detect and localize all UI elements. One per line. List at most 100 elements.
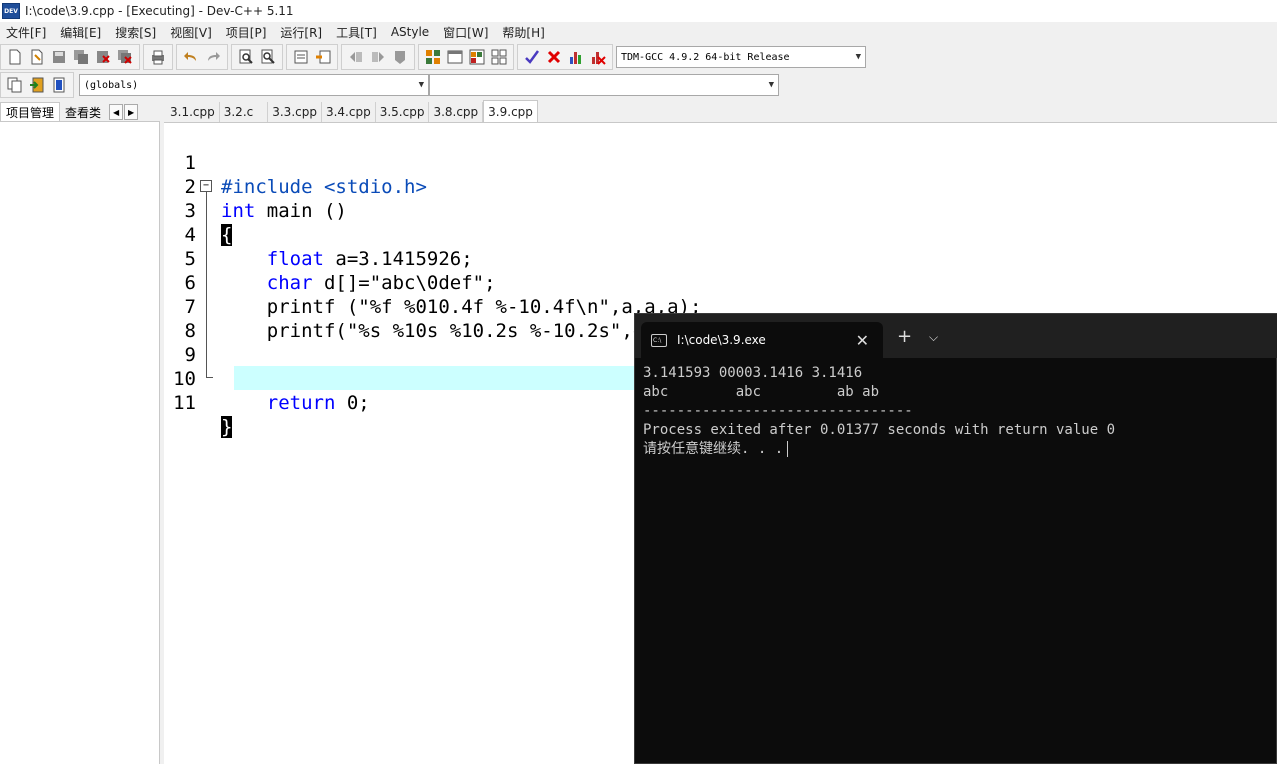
menu-window[interactable]: 窗口[W]	[443, 24, 488, 41]
tab-scroll-right-button[interactable]: ▶	[124, 104, 139, 120]
printer-icon	[152, 50, 164, 65]
globals-select-value: (globals)	[84, 79, 139, 91]
tab-file-3-1[interactable]: 3.1.cpp	[166, 102, 220, 122]
console-output[interactable]: 3.141593 00003.1416 3.1416 abc abc ab ab…	[643, 364, 1273, 459]
find-toolbar-group	[231, 44, 283, 70]
checkmark-icon	[525, 50, 540, 64]
code-text: return 0;	[221, 391, 370, 415]
chevron-down-icon: ▼	[418, 80, 424, 90]
toggle-bookmark-button[interactable]	[312, 46, 334, 68]
project-options-button[interactable]	[48, 74, 70, 96]
tab-file-3-8[interactable]: 3.8.cpp	[429, 102, 484, 122]
grid-icon	[491, 49, 507, 65]
fold-end-marker	[206, 377, 213, 378]
unindent-button[interactable]	[367, 46, 389, 68]
undo-icon	[184, 52, 196, 61]
tab-class-browser[interactable]: 查看类	[60, 102, 106, 122]
replace-button[interactable]	[257, 46, 279, 68]
save-button[interactable]	[48, 46, 70, 68]
code-line: 4 float a=3.1415926;	[164, 199, 1277, 270]
console-tab[interactable]: C:\ I:\code\3.9.exe ✕	[641, 322, 883, 358]
new-project-button[interactable]	[4, 74, 26, 96]
check-syntax-button[interactable]	[521, 46, 543, 68]
menu-edit[interactable]: 编辑[E]	[60, 24, 101, 41]
menu-bar: 文件[F] 编辑[E] 搜索[S] 视图[V] 项目[P] 运行[R] 工具[T…	[0, 22, 1277, 42]
find-icon	[239, 49, 253, 64]
bar-chart-icon	[570, 52, 581, 64]
print-button[interactable]	[147, 46, 169, 68]
code-line: 2 int main ()	[164, 151, 1277, 222]
compiler-select[interactable]: TDM-GCC 4.9.2 64-bit Release ▼	[616, 46, 866, 68]
tab-project-manager[interactable]: 项目管理	[0, 102, 61, 122]
menu-file[interactable]: 文件[F]	[6, 24, 46, 41]
profile-button[interactable]	[565, 46, 587, 68]
indent-toolbar-group	[286, 44, 338, 70]
grid-button[interactable]	[488, 46, 510, 68]
line-number: 11	[173, 392, 196, 414]
project-panel[interactable]	[0, 121, 160, 764]
arrow-left-icon: ◀	[112, 107, 120, 117]
new-file-button[interactable]	[4, 46, 26, 68]
code-fragment: 0;	[335, 392, 370, 414]
goto-line-button[interactable]	[290, 46, 312, 68]
menu-run[interactable]: 运行[R]	[280, 24, 322, 41]
cascade-icon	[469, 49, 485, 65]
fold-toggle-icon[interactable]: −	[200, 180, 212, 192]
undo-toolbar-group	[176, 44, 228, 70]
globals-select[interactable]: (globals) ▼	[79, 74, 429, 96]
tab-file-3-9[interactable]: 3.9.cpp	[483, 100, 538, 122]
add-to-project-button[interactable]	[26, 74, 48, 96]
close-file-icon	[97, 51, 110, 63]
code-line: 5 char d[]="abc\0def";	[164, 223, 1277, 294]
redo-button[interactable]	[202, 46, 224, 68]
tab-file-3-4[interactable]: 3.4.cpp	[322, 102, 376, 122]
indent-button[interactable]	[345, 46, 367, 68]
new-project-icon	[7, 77, 22, 93]
cascade-button[interactable]	[466, 46, 488, 68]
tab-file-3-5[interactable]: 3.5.cpp	[376, 102, 430, 122]
menu-project[interactable]: 项目[P]	[226, 24, 267, 41]
tab-file-3-2[interactable]: 3.2.c	[220, 102, 269, 122]
tab-file-3-3[interactable]: 3.3.cpp	[268, 102, 322, 122]
close-icon[interactable]: ✕	[856, 331, 869, 350]
menu-tools[interactable]: 工具[T]	[336, 24, 377, 41]
menu-search[interactable]: 搜索[S]	[115, 24, 156, 41]
code-text: }	[221, 415, 233, 439]
close-all-icon	[118, 50, 132, 64]
new-tab-button[interactable]: +	[897, 328, 912, 346]
save-icon	[53, 51, 65, 63]
stop-button[interactable]	[543, 46, 565, 68]
close-all-button[interactable]	[114, 46, 136, 68]
menu-help[interactable]: 帮助[H]	[502, 24, 544, 41]
tab-scroll-left-button[interactable]: ◀	[109, 104, 124, 120]
arrow-right-icon: ▶	[127, 107, 135, 117]
comment-icon	[395, 51, 405, 64]
fold-guide	[206, 192, 207, 377]
code-line: 3 {	[164, 175, 1277, 246]
file-tabs: 3.1.cpp 3.2.c 3.3.cpp 3.4.cpp 3.5.cpp 3.…	[166, 100, 538, 122]
open-file-icon	[31, 49, 43, 65]
unindent-icon	[372, 52, 384, 62]
menu-astyle[interactable]: AStyle	[391, 25, 429, 39]
chevron-down-icon: ▼	[768, 80, 774, 90]
menu-view[interactable]: 视图[V]	[170, 24, 212, 41]
add-file-icon	[30, 77, 44, 93]
maximize-editor-button[interactable]	[444, 46, 466, 68]
undo-button[interactable]	[180, 46, 202, 68]
delete-profile-button[interactable]	[587, 46, 609, 68]
chevron-down-icon[interactable]: ⌵	[929, 328, 938, 346]
find-button[interactable]	[235, 46, 257, 68]
comment-button[interactable]	[389, 46, 411, 68]
matched-brace: }	[221, 416, 233, 438]
tile-button[interactable]	[422, 46, 444, 68]
member-select[interactable]: ▼	[429, 74, 779, 96]
open-file-button[interactable]	[26, 46, 48, 68]
save-all-button[interactable]	[70, 46, 92, 68]
console-line: Process exited after 0.01377 seconds wit…	[643, 422, 1116, 438]
file-toolbar-group	[0, 44, 140, 70]
console-window: C:\ I:\code\3.9.exe ✕ + ⌵ 3.141593 00003…	[634, 313, 1277, 764]
close-file-button[interactable]	[92, 46, 114, 68]
red-x-icon	[547, 50, 561, 64]
code-line: 1 #include <stdio.h>	[164, 127, 1277, 198]
main-toolbar: TDM-GCC 4.9.2 64-bit Release ▼	[0, 43, 940, 71]
